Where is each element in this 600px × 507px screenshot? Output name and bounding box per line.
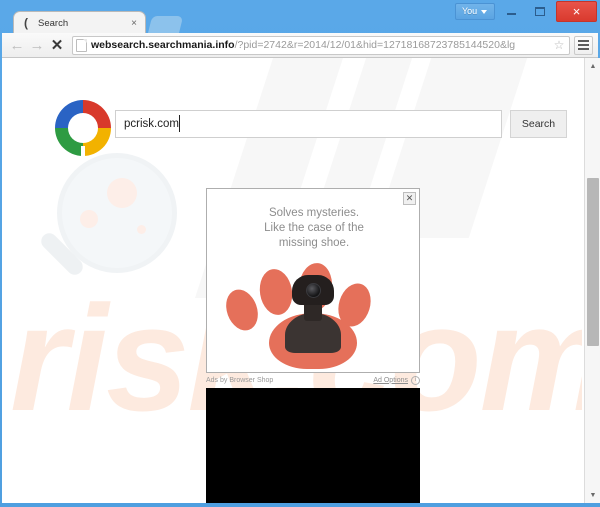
searchmania-page: risk.com Search ✕ S [2, 58, 582, 503]
tab-strip: ( Search × [0, 11, 600, 34]
hamburger-icon-line [578, 40, 589, 42]
ad-headline-line-2: Like the case of the [264, 222, 364, 234]
chevron-down-icon: ▼ [589, 491, 597, 499]
forward-button[interactable]: → [27, 34, 47, 56]
new-tab-button[interactable] [147, 16, 184, 34]
stop-x-icon: ✕ [50, 36, 64, 54]
text-caret [179, 115, 180, 132]
address-host: websearch.searchmania.info [91, 39, 235, 51]
close-icon: ✕ [405, 193, 414, 203]
paw-toe-icon [256, 266, 296, 318]
scroll-up-button[interactable]: ▲ [585, 58, 600, 74]
address-bar[interactable]: websearch.searchmania.info/?pid=2742&r=2… [72, 35, 570, 55]
advertisement-box[interactable]: ✕ Solves mysteries. Like the case of the… [206, 188, 420, 373]
watermark-dot [80, 210, 98, 228]
empty-ad-slot [206, 388, 420, 503]
ad-options-group[interactable]: Ad Options i [373, 375, 420, 385]
tab-title: Search [38, 17, 69, 29]
search-button[interactable]: Search [510, 110, 567, 138]
back-arrow-icon: ← [9, 36, 25, 54]
search-row: Search [2, 94, 582, 162]
browser-toolbar: ← → ✕ websearch.searchmania.info/?pid=27… [2, 33, 598, 58]
page-viewport: risk.com Search ✕ S [2, 58, 598, 503]
ad-footer: Ads by Browser Shop Ad Options i [206, 374, 420, 386]
page-scrollbar[interactable]: ▲ ▼ [584, 58, 600, 503]
ad-headline-line-3: missing shoe. [278, 237, 350, 249]
chevron-up-icon: ▲ [589, 62, 597, 70]
logo-gap [81, 146, 85, 156]
info-icon[interactable]: i [411, 375, 420, 385]
hamburger-icon-line [578, 44, 589, 46]
watermark-dot [107, 178, 137, 208]
ad-attribution: Ads by Browser Shop [206, 376, 274, 384]
paw-toe-icon [220, 285, 264, 335]
ad-headline: Solves mysteries. Like the case of the m… [207, 206, 421, 251]
searchmania-logo [55, 100, 111, 156]
tab-search[interactable]: ( Search × [13, 11, 146, 34]
page-document-icon [76, 38, 87, 52]
browser-menu-button[interactable] [574, 35, 593, 55]
tab-close-icon[interactable]: × [128, 17, 140, 29]
address-path: /?pid=2742&r=2014/12/01&hid=127181687237… [234, 39, 516, 51]
ad-artwork [207, 261, 421, 371]
forward-arrow-icon: → [29, 36, 45, 54]
search-button-label: Search [521, 118, 556, 130]
address-bar-text: websearch.searchmania.info/?pid=2742&r=2… [91, 39, 552, 51]
ad-headline-line-1: Solves mysteries. [268, 207, 360, 219]
back-button[interactable]: ← [7, 34, 27, 56]
tab-favicon-icon: ( [24, 16, 28, 30]
watermark-dot [137, 225, 146, 234]
search-input[interactable] [115, 110, 502, 138]
camera-lens-icon [306, 283, 321, 298]
logo-hole [68, 113, 98, 143]
ad-options-link[interactable]: Ad Options [373, 377, 408, 384]
bookmark-star-icon[interactable]: ☆ [552, 39, 566, 51]
browser-window: You × ( Search × ← → ✕ websearch.searchm… [0, 0, 600, 507]
magnifying-glass-watermark-icon [57, 153, 177, 273]
scrollbar-thumb[interactable] [587, 178, 599, 346]
hamburger-icon-line [578, 48, 589, 50]
scroll-down-button[interactable]: ▼ [585, 487, 600, 503]
stop-button[interactable]: ✕ [47, 34, 67, 56]
ad-close-button[interactable]: ✕ [403, 192, 416, 205]
